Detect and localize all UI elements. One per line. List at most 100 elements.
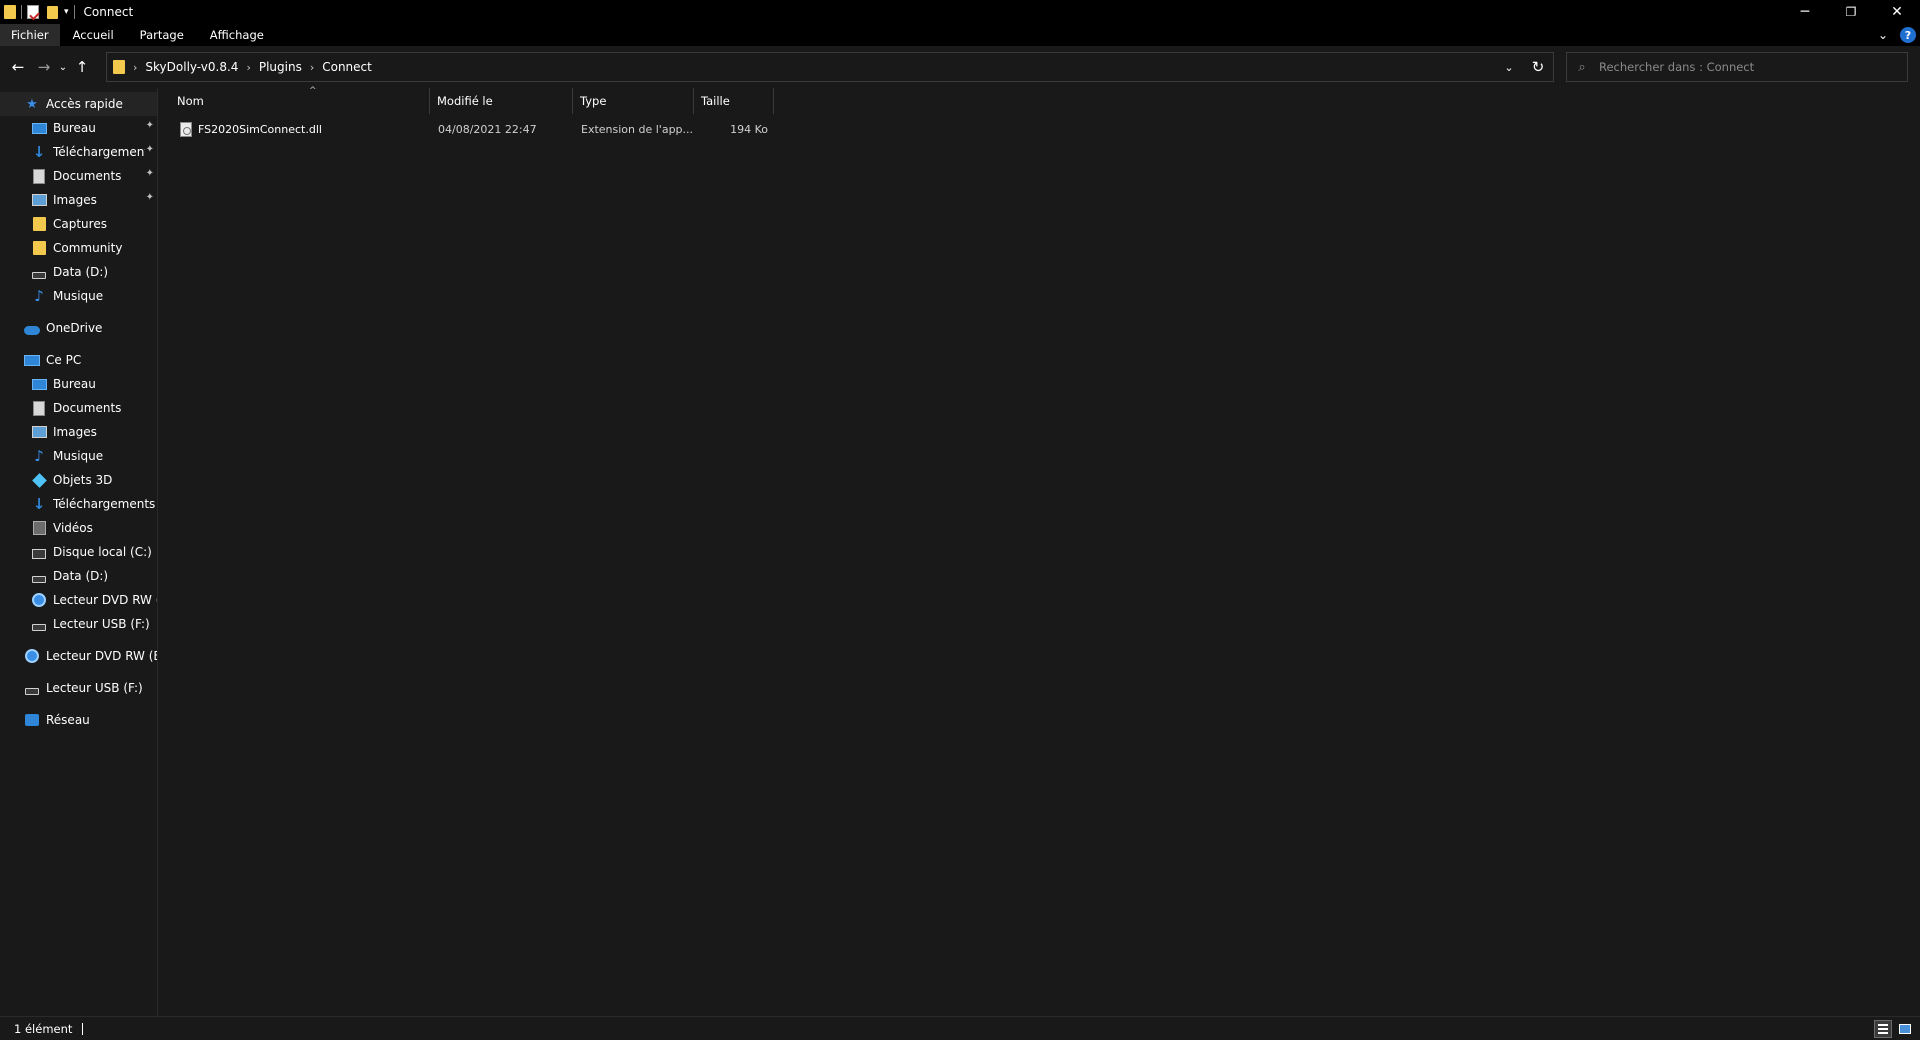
sidebar-item-label: Musique bbox=[53, 289, 104, 303]
usb-drive-icon bbox=[24, 680, 40, 696]
usb-drive-icon bbox=[31, 616, 47, 632]
column-header-name[interactable]: Nom ^ bbox=[170, 86, 430, 114]
column-header-modified[interactable]: Modifié le bbox=[430, 88, 573, 114]
recent-locations-dropdown[interactable]: ⌄ bbox=[55, 54, 71, 80]
sidebar-item-images[interactable]: Images ✦ bbox=[0, 188, 157, 212]
sidebar-item-dvd-e[interactable]: Lecteur DVD RW (E:) I bbox=[0, 644, 157, 668]
dll-file-icon bbox=[180, 121, 192, 137]
view-switcher bbox=[1874, 1020, 1914, 1038]
sidebar-item-pc-telechargements[interactable]: ↓ Téléchargements bbox=[0, 492, 157, 516]
music-icon: ♪ bbox=[34, 447, 44, 465]
expand-ribbon-icon[interactable]: ⌄ bbox=[1878, 28, 1888, 42]
file-row[interactable]: FS2020SimConnect.dll 04/08/2021 22:47 Ex… bbox=[158, 118, 778, 140]
search-box[interactable]: ⌕ bbox=[1566, 52, 1908, 82]
sidebar-item-label: Téléchargements bbox=[53, 497, 156, 511]
up-button[interactable]: ↑ bbox=[71, 54, 93, 80]
sidebar-item-pc-musique[interactable]: ♪ Musique bbox=[0, 444, 157, 468]
refresh-icon[interactable]: ↻ bbox=[1523, 58, 1553, 76]
file-name: FS2020SimConnect.dll bbox=[198, 122, 322, 136]
sidebar-item-label: Bureau bbox=[53, 121, 96, 135]
sidebar-item-data-d[interactable]: Data (D:) bbox=[0, 260, 157, 284]
restore-button[interactable]: ❐ bbox=[1828, 0, 1874, 24]
breadcrumb-separator[interactable]: › bbox=[310, 61, 314, 74]
sidebar-item-captures[interactable]: Captures bbox=[0, 212, 157, 236]
sidebar-item-bureau[interactable]: Bureau ✦ bbox=[0, 116, 157, 140]
download-icon: ↓ bbox=[32, 143, 46, 161]
properties-icon[interactable] bbox=[27, 5, 39, 19]
breadcrumb-connect[interactable]: Connect bbox=[322, 60, 372, 74]
breadcrumb-separator[interactable]: › bbox=[133, 61, 137, 74]
sidebar-item-onedrive[interactable]: OneDrive bbox=[0, 316, 157, 340]
minimize-button[interactable]: ─ bbox=[1782, 0, 1828, 24]
sidebar-item-label: Bureau bbox=[53, 377, 96, 391]
file-size-cell: 194 Ko bbox=[730, 122, 768, 136]
sidebar-item-community[interactable]: Community bbox=[0, 236, 157, 260]
video-icon bbox=[31, 520, 47, 536]
tab-accueil[interactable]: Accueil bbox=[60, 24, 127, 46]
cloud-icon bbox=[24, 320, 40, 336]
breadcrumb-skydolly[interactable]: SkyDolly-v0.8.4 bbox=[145, 60, 238, 74]
file-type-cell: Extension de l'app... bbox=[581, 122, 694, 136]
sidebar-item-label: Ce PC bbox=[46, 353, 82, 367]
column-header-size[interactable]: Taille bbox=[694, 88, 774, 114]
address-history-dropdown-icon[interactable]: ⌄ bbox=[1495, 61, 1523, 74]
sidebar-item-quick-access[interactable]: ★ Accès rapide bbox=[0, 92, 157, 116]
details-view-button[interactable] bbox=[1874, 1020, 1892, 1038]
sidebar-item-pc-bureau[interactable]: Bureau bbox=[0, 372, 157, 396]
sidebar-item-label: Images bbox=[53, 425, 97, 439]
sidebar-item-pc-data-d[interactable]: Data (D:) bbox=[0, 564, 157, 588]
pin-icon: ✦ bbox=[145, 144, 154, 155]
sidebar-item-pc-videos[interactable]: Vidéos bbox=[0, 516, 157, 540]
pin-icon: ✦ bbox=[145, 192, 154, 203]
item-count: 1 élément bbox=[14, 1021, 73, 1036]
search-input[interactable] bbox=[1597, 59, 1897, 75]
sidebar-item-label: Objets 3D bbox=[53, 473, 113, 487]
customize-toolbar-dropdown-icon[interactable]: ▾ bbox=[64, 7, 69, 17]
drive-icon bbox=[31, 568, 47, 584]
dvd-drive-icon bbox=[31, 592, 47, 608]
tab-fichier[interactable]: Fichier bbox=[0, 24, 60, 46]
help-icon[interactable]: ? bbox=[1900, 27, 1916, 43]
sidebar-item-musique[interactable]: ♪ Musique bbox=[0, 284, 157, 308]
desktop-icon bbox=[31, 120, 47, 136]
column-header-type[interactable]: Type bbox=[573, 88, 694, 114]
desktop-icon bbox=[31, 376, 47, 392]
search-icon: ⌕ bbox=[1578, 59, 1586, 75]
sidebar-item-pc-usb-f[interactable]: Lecteur USB (F:) bbox=[0, 612, 157, 636]
tab-partage[interactable]: Partage bbox=[127, 24, 197, 46]
window-title: Connect bbox=[83, 5, 134, 19]
dvd-drive-icon bbox=[24, 648, 40, 664]
column-header-label: Taille bbox=[701, 94, 730, 108]
documents-icon bbox=[31, 400, 47, 416]
navigation-bar: ← → ⌄ ↑ › SkyDolly-v0.8.4 › Plugins › Co… bbox=[0, 46, 1920, 88]
sidebar-item-pc-images[interactable]: Images bbox=[0, 420, 157, 444]
download-icon: ↓ bbox=[32, 495, 46, 513]
tab-affichage[interactable]: Affichage bbox=[197, 24, 277, 46]
forward-button[interactable]: → bbox=[33, 54, 55, 80]
breadcrumb-separator[interactable]: › bbox=[246, 61, 250, 74]
sidebar-item-usb-f[interactable]: Lecteur USB (F:) bbox=[0, 676, 157, 700]
large-icons-view-button[interactable] bbox=[1896, 1020, 1914, 1038]
sidebar-item-pc-documents[interactable]: Documents bbox=[0, 396, 157, 420]
sidebar-item-label: Community bbox=[53, 241, 123, 255]
back-button[interactable]: ← bbox=[7, 54, 29, 80]
breadcrumb-plugins[interactable]: Plugins bbox=[259, 60, 302, 74]
sidebar-item-telechargements[interactable]: ↓ Téléchargements ✦ bbox=[0, 140, 157, 164]
sidebar-item-documents[interactable]: Documents ✦ bbox=[0, 164, 157, 188]
sidebar-item-label: Documents bbox=[53, 401, 122, 415]
file-modified-cell: 04/08/2021 22:47 bbox=[438, 122, 537, 136]
sidebar-item-label: Disque local (C:) bbox=[53, 545, 152, 559]
new-folder-icon[interactable] bbox=[47, 5, 58, 19]
file-name-cell[interactable]: FS2020SimConnect.dll bbox=[180, 118, 430, 140]
sidebar-item-reseau[interactable]: Réseau bbox=[0, 708, 157, 732]
sidebar-item-pc-dvd-e[interactable]: Lecteur DVD RW (E:) bbox=[0, 588, 157, 612]
sidebar-item-ce-pc[interactable]: Ce PC bbox=[0, 348, 157, 372]
title-bar: ▾ Connect ─ ❐ ✕ bbox=[0, 0, 1920, 24]
music-icon: ♪ bbox=[34, 287, 44, 305]
sidebar-item-label: Documents bbox=[53, 169, 122, 183]
sidebar-item-pc-objets-3d[interactable]: Objets 3D bbox=[0, 468, 157, 492]
sidebar-item-pc-disque-c[interactable]: Disque local (C:) bbox=[0, 540, 157, 564]
address-bar[interactable]: › SkyDolly-v0.8.4 › Plugins › Connect ⌄ … bbox=[106, 52, 1554, 82]
close-button[interactable]: ✕ bbox=[1874, 0, 1920, 24]
documents-icon bbox=[31, 168, 47, 184]
